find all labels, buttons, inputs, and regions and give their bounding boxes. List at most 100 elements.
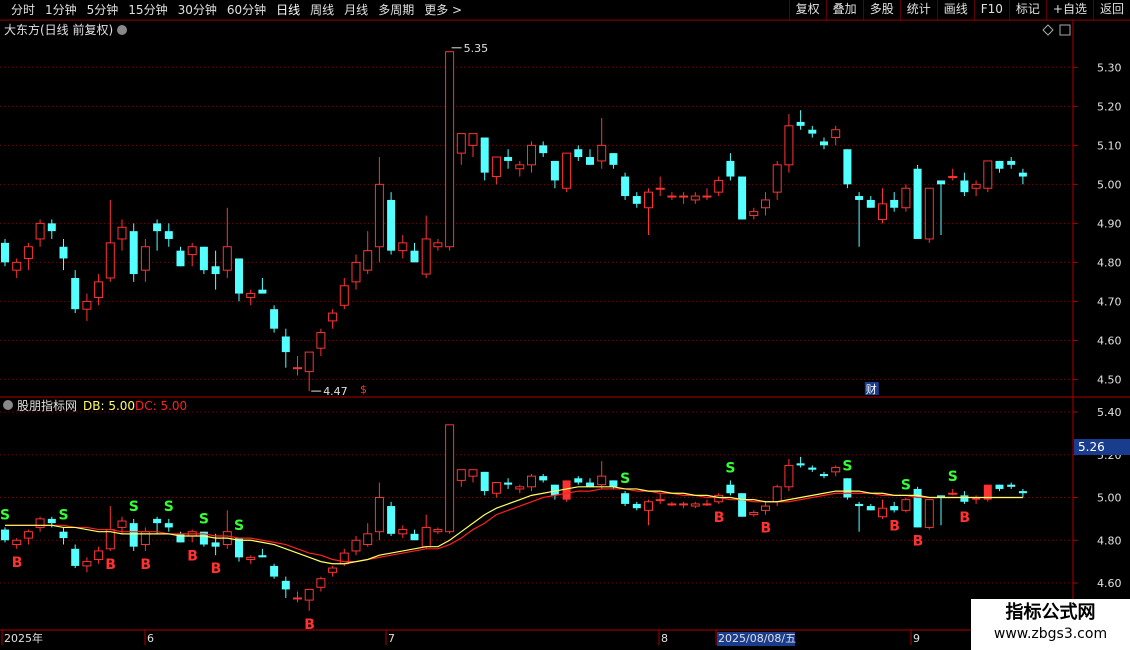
- main-candle: [47, 223, 56, 232]
- ind-candle: [901, 499, 911, 511]
- ind-candle: [738, 493, 747, 517]
- main-candle: [527, 144, 536, 166]
- main-candle: [586, 157, 594, 165]
- main-candle: [410, 250, 419, 263]
- ind-candle: [293, 597, 302, 600]
- x-tick-label: 6: [147, 632, 154, 645]
- ind-candle: [421, 526, 431, 548]
- signal-b: B: [959, 510, 970, 526]
- main-candle: [539, 145, 548, 154]
- signal-s: S: [620, 471, 630, 487]
- ind-candle: [35, 518, 45, 528]
- ind-candle: [235, 538, 243, 558]
- ind-candle: [632, 503, 641, 509]
- ind-db-label: DB: 5.00: [83, 399, 135, 413]
- signal-b: B: [211, 561, 222, 577]
- main-candle: [726, 160, 735, 177]
- ind-candle: [504, 482, 513, 485]
- main-candle: [995, 160, 1004, 169]
- ind-candle: [527, 475, 536, 488]
- main-candle: [644, 191, 653, 209]
- ind-candle: [597, 475, 607, 486]
- signal-s: S: [199, 512, 209, 528]
- main-candle: [187, 246, 197, 256]
- main-candle: [235, 258, 243, 294]
- ind-candle: [878, 507, 887, 518]
- main-candle: [574, 149, 583, 158]
- main-candle: [1007, 160, 1016, 165]
- ind-candle: [12, 539, 22, 546]
- ind-candle: [211, 542, 220, 547]
- event-badge-a: $: [360, 383, 367, 396]
- main-candle: [363, 250, 373, 271]
- main-candle: [515, 164, 525, 170]
- main-candle: [820, 141, 828, 146]
- watermark-title: 指标公式网: [1005, 602, 1096, 623]
- main-candle: [621, 176, 630, 197]
- ind-candle: [153, 518, 162, 524]
- main-candle: [398, 242, 408, 252]
- ind-candle: [808, 467, 817, 470]
- main-candle: [761, 199, 770, 209]
- ind-candle: [82, 561, 92, 567]
- ind-candle: [586, 482, 594, 487]
- main-candle: [211, 266, 220, 275]
- ind-candle: [667, 503, 677, 506]
- ind-candle: [374, 497, 384, 533]
- main-candle: [901, 187, 911, 209]
- main-candle: [843, 149, 852, 185]
- main-candle: [632, 196, 641, 204]
- main-candle: [937, 180, 945, 185]
- main-candle: [328, 312, 338, 322]
- main-candle: [714, 179, 724, 193]
- ind-panel-title: 股朋指标网: [17, 398, 77, 413]
- ind-candle: [866, 506, 875, 511]
- main-tick-label: 5.30: [1097, 61, 1122, 74]
- ind-candle: [924, 499, 934, 528]
- ind-candle: [71, 548, 80, 566]
- ind-candle: [363, 533, 373, 546]
- main-tick-label: 5.00: [1097, 178, 1122, 191]
- main-candle: [960, 180, 969, 193]
- ind-candle: [398, 529, 408, 535]
- main-candle: [421, 238, 431, 275]
- signal-b: B: [889, 518, 900, 534]
- main-candle: [1, 242, 9, 263]
- main-candle: [281, 336, 290, 353]
- main-tick-label: 4.70: [1097, 295, 1122, 308]
- ind-title-chevron-icon: [3, 400, 13, 410]
- main-candle: [433, 242, 443, 248]
- ind-candle: [164, 523, 173, 528]
- main-candle: [808, 129, 817, 134]
- x-tick-label: 2025年: [4, 631, 43, 645]
- panel-box-icon: [1059, 24, 1071, 36]
- watermark: 指标公式网 www.zbgs3.com: [971, 599, 1130, 650]
- ind-candle: [539, 476, 548, 481]
- signal-b: B: [761, 521, 772, 537]
- kline-chart[interactable]: 5.30 5.20 5.10 5.00 4.90 4.80 4.70 4.60 4.50 5.40…: [0, 0, 1130, 650]
- ind-candle: [609, 480, 618, 487]
- main-candle: [655, 187, 665, 190]
- main-candle: [82, 300, 92, 310]
- ind-candle: [890, 506, 899, 511]
- main-tick-label: 5.20: [1097, 100, 1122, 113]
- ind-candle: [831, 467, 841, 473]
- main-candle: [983, 160, 993, 189]
- main-candle: [866, 199, 875, 208]
- ind-candle: [820, 473, 828, 477]
- ind-candle: [948, 492, 958, 495]
- signal-s: S: [129, 499, 139, 515]
- main-candle: [784, 125, 794, 166]
- signal-s: S: [725, 460, 735, 476]
- ind-candle: [574, 478, 583, 483]
- ind-candle: [94, 550, 104, 560]
- ind-candle: [644, 501, 653, 511]
- ind-dc-label: DC: 5.00: [135, 399, 187, 413]
- ind-candle: [433, 529, 443, 533]
- main-candle: [468, 133, 478, 146]
- main-candle: [456, 133, 466, 154]
- ind-candle: [1018, 491, 1027, 494]
- ind-candle: [796, 463, 805, 466]
- ind-candle: [843, 478, 852, 498]
- x-tick-label: 8: [661, 632, 668, 645]
